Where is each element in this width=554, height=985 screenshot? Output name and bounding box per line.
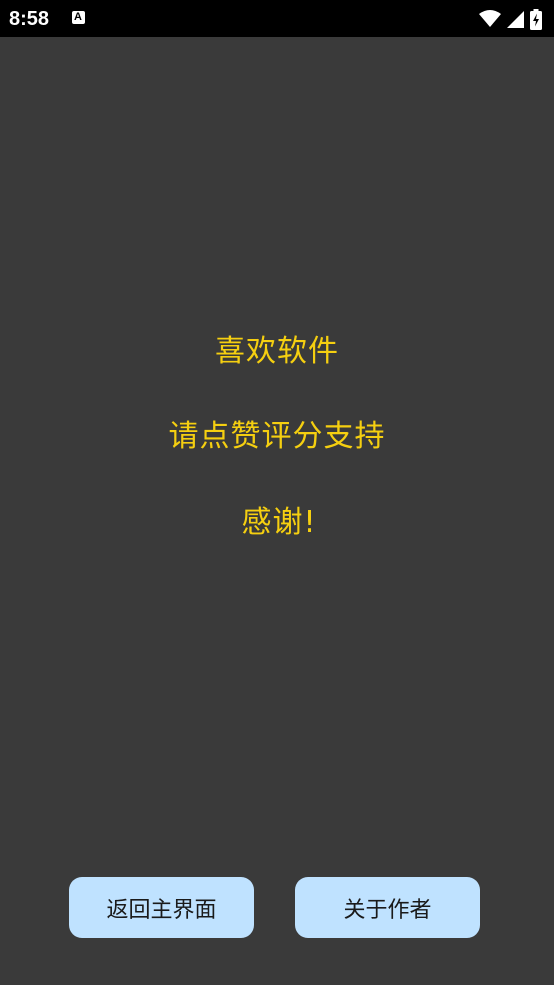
status-bar: 8:58 A <box>0 0 554 37</box>
wifi-icon <box>479 10 501 27</box>
battery-charging-icon <box>530 8 542 30</box>
message-line-thanks: 感谢! <box>241 505 317 540</box>
back-to-home-button[interactable]: 返回主界面 <box>69 877 254 938</box>
status-time: 8:58 <box>9 8 50 30</box>
cellular-signal-icon <box>507 10 524 28</box>
message-line-rate: 请点赞评分支持 <box>168 419 386 454</box>
status-icons <box>479 8 542 30</box>
app-screen: 8:58 A 喜欢软件 请点赞评分支持 感谢! 返回主界面 关于作者 <box>0 0 554 985</box>
notification-icon: A <box>72 11 85 24</box>
message-line-like: 喜欢软件 <box>215 334 339 369</box>
about-author-button[interactable]: 关于作者 <box>295 877 480 938</box>
notification-glyph: A <box>74 11 82 23</box>
